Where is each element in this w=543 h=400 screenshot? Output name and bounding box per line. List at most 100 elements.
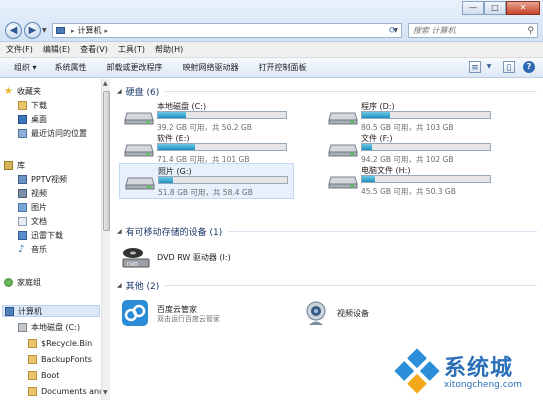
- nav-label: 计算机: [18, 306, 42, 316]
- minimize-button[interactable]: —: [462, 1, 484, 15]
- view-options-chevron-down-icon[interactable]: ▼: [483, 61, 495, 73]
- scrollbar-thumb[interactable]: [103, 91, 110, 231]
- help-icon[interactable]: ?: [523, 61, 535, 73]
- menu-bar: 文件(F) 编辑(E) 查看(V) 工具(T) 帮助(H): [0, 42, 543, 58]
- menu-edit[interactable]: 编辑(E): [43, 44, 70, 55]
- drive-free-space: 45.5 GB 可用，共 50.3 GB: [361, 187, 456, 196]
- nav-music[interactable]: ♪ 音乐: [18, 243, 47, 255]
- folder-icon: [28, 386, 37, 396]
- preview-pane-icon[interactable]: ▯: [503, 61, 515, 73]
- music-library-icon: ♪: [18, 243, 25, 255]
- menu-help[interactable]: 帮助(H): [155, 44, 183, 55]
- watermark-title: 系统城: [444, 356, 514, 381]
- menu-file[interactable]: 文件(F): [6, 44, 33, 55]
- nav-videos[interactable]: 视频: [18, 187, 47, 199]
- hard-drive-icon: [328, 176, 358, 189]
- nav-label: 收藏夹: [17, 86, 41, 96]
- drive-usage-fill: [159, 177, 174, 183]
- nav-label: 音乐: [31, 244, 47, 254]
- search-icon[interactable]: ⚲: [527, 26, 534, 36]
- nav-downloads[interactable]: 下载: [18, 99, 47, 111]
- nav-local-disk-c[interactable]: 本地磁盘 (C:): [18, 321, 80, 333]
- nav-pictures[interactable]: 图片: [18, 201, 47, 213]
- change-view-icon[interactable]: ≡: [469, 61, 481, 73]
- menu-tools[interactable]: 工具(T): [118, 44, 145, 55]
- nav-desktop[interactable]: 桌面: [18, 113, 47, 125]
- collapse-triangle-icon[interactable]: ◢: [117, 282, 122, 289]
- nav-pptv-videos[interactable]: PPTV视频: [18, 173, 67, 185]
- nav-homegroup[interactable]: 家庭组: [4, 276, 41, 288]
- close-button[interactable]: ✕: [506, 1, 540, 15]
- video-device-item[interactable]: 视频设备: [301, 299, 421, 327]
- collapse-triangle-icon[interactable]: ◢: [117, 88, 122, 95]
- drive-tile[interactable]: 电脑文件 (H:) 45.5 GB 可用，共 50.3 GB: [323, 163, 498, 199]
- drive-usage-bar: [361, 143, 491, 151]
- nav-computer[interactable]: 计算机: [2, 305, 100, 317]
- nav-folder-backupfonts[interactable]: BackupFonts: [28, 353, 92, 365]
- baidu-cloud-item[interactable]: 百度云管家 双击运行百度云管家: [121, 299, 291, 327]
- nav-label: 迅雷下载: [31, 230, 63, 240]
- breadcrumb-separator-icon[interactable]: ▸: [71, 27, 75, 35]
- navigation-pane: ★ 收藏夹 下载 桌面 最近访问的位置 库 PPTV视频 视频 图片 文档 迅雷…: [0, 79, 110, 400]
- scroll-up-icon[interactable]: ▲: [103, 80, 108, 87]
- hard-drive-icon: [328, 112, 358, 125]
- drive-tile[interactable]: 程序 (D:) 80.5 GB 可用，共 103 GB: [323, 99, 498, 135]
- group-title: 硬盘 (6): [125, 88, 160, 98]
- group-header-hard-disks[interactable]: ◢ 硬盘 (6): [117, 85, 537, 98]
- group-title: 有可移动存储的设备 (1): [125, 228, 223, 238]
- drive-tile[interactable]: 照片 (G:) 51.8 GB 可用，共 58.4 GB: [119, 163, 294, 199]
- pictures-library-icon: [18, 202, 27, 212]
- nav-folder-recycle-bin[interactable]: $Recycle.Bin: [28, 337, 92, 349]
- search-box[interactable]: ⚲: [408, 23, 538, 38]
- nav-label: 图片: [31, 202, 47, 212]
- maximize-button[interactable]: □: [484, 1, 506, 15]
- back-button[interactable]: ◀: [5, 22, 22, 39]
- drive-usage-bar: [361, 175, 491, 183]
- nav-thunder-downloads[interactable]: 迅雷下载: [18, 229, 63, 241]
- nav-favorites[interactable]: ★ 收藏夹: [4, 85, 41, 97]
- desktop-icon: [18, 114, 27, 124]
- group-header-removable[interactable]: ◢ 有可移动存储的设备 (1): [117, 225, 537, 238]
- title-bar: — □ ✕ ◀ ▶ ▼ ▸ 计算机 ▸ ▼ ⟳ ⚲: [0, 0, 543, 42]
- breadcrumb-computer[interactable]: 计算机: [78, 25, 102, 36]
- forward-button[interactable]: ▶: [24, 22, 41, 39]
- collapse-triangle-icon[interactable]: ◢: [117, 228, 122, 235]
- nav-folder-documents-and[interactable]: Documents and: [28, 385, 104, 397]
- svg-text:DVD: DVD: [127, 262, 138, 268]
- refresh-icon[interactable]: ⟳: [389, 26, 397, 36]
- system-properties-button[interactable]: 系统属性: [55, 62, 87, 73]
- nav-label: PPTV视频: [31, 174, 68, 184]
- address-bar[interactable]: ▸ 计算机 ▸ ▼: [52, 23, 402, 38]
- group-divider: [165, 91, 537, 92]
- uninstall-program-button[interactable]: 卸载或更改程序: [107, 62, 163, 73]
- navigation-scrollbar[interactable]: ▲ ▼: [101, 79, 110, 400]
- nav-label: Boot: [41, 370, 60, 380]
- recent-pages-chevron-down-icon[interactable]: ▼: [42, 27, 47, 34]
- site-watermark: 系统城 xitongcheng.com: [392, 344, 540, 398]
- map-network-drive-button[interactable]: 映射网络驱动器: [183, 62, 239, 73]
- drive-tile[interactable]: 软件 (E:) 71.4 GB 可用，共 101 GB: [119, 131, 294, 167]
- dvd-drive-label: DVD RW 驱动器 (I:): [157, 253, 231, 262]
- watermark-logo-icon: [394, 348, 440, 394]
- group-title: 其他 (2): [125, 282, 160, 292]
- open-control-panel-button[interactable]: 打开控制面板: [259, 62, 307, 73]
- star-icon: ★: [4, 85, 13, 97]
- drive-tile[interactable]: 文件 (F:) 94.2 GB 可用，共 102 GB: [323, 131, 498, 167]
- nav-folder-boot[interactable]: Boot: [28, 369, 59, 381]
- organize-button[interactable]: 组织 ▾: [14, 62, 37, 73]
- webcam-icon: [306, 301, 326, 325]
- drive-usage-bar: [158, 176, 288, 184]
- drive-usage-fill: [362, 112, 391, 118]
- window-controls: — □ ✕: [462, 1, 540, 15]
- group-header-other[interactable]: ◢ 其他 (2): [117, 279, 537, 292]
- nav-documents[interactable]: 文档: [18, 215, 47, 227]
- nav-libraries[interactable]: 库: [4, 159, 25, 171]
- breadcrumb-separator-icon[interactable]: ▸: [105, 27, 109, 35]
- scroll-down-icon[interactable]: ▼: [103, 389, 108, 396]
- menu-view[interactable]: 查看(V): [80, 44, 108, 55]
- search-input[interactable]: [413, 26, 521, 35]
- dvd-drive[interactable]: DVD DVD RW 驱动器 (I:): [121, 243, 281, 271]
- nav-recent-places[interactable]: 最近访问的位置: [18, 127, 87, 139]
- drive-tile[interactable]: 本地磁盘 (C:) 39.2 GB 可用，共 50.2 GB: [119, 99, 294, 135]
- documents-library-icon: [18, 216, 27, 226]
